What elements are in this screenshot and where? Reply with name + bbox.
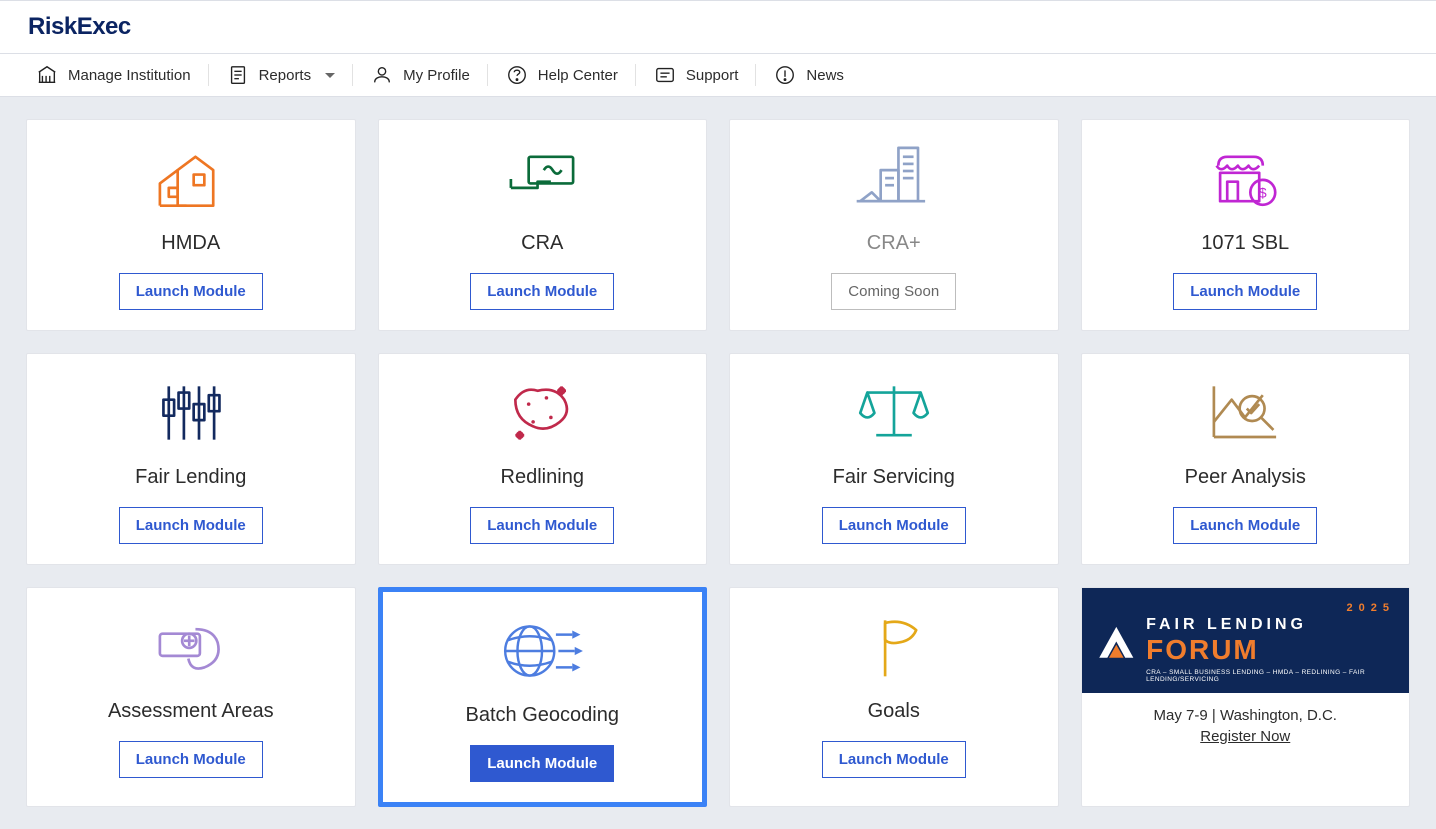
nav-label: News — [806, 67, 844, 84]
svg-text:$: $ — [1259, 186, 1267, 202]
card-title: Assessment Areas — [108, 700, 274, 723]
peer-analysis-icon — [1200, 370, 1290, 456]
redlining-icon — [497, 370, 587, 456]
goals-icon — [849, 604, 939, 690]
topbar: RiskExec — [0, 0, 1436, 54]
card-title: Redlining — [501, 466, 584, 489]
card-assessment-areas: Assessment Areas Launch Module — [26, 587, 356, 807]
card-goals: Goals Launch Module — [729, 587, 1059, 807]
card-title: Peer Analysis — [1185, 466, 1306, 489]
card-title: CRA+ — [867, 232, 921, 255]
fair-servicing-icon — [849, 370, 939, 456]
card-redlining: Redlining Launch Module — [378, 353, 708, 565]
nav-help-center[interactable]: Help Center — [488, 54, 636, 96]
card-title: Fair Lending — [135, 466, 246, 489]
navbar: Manage Institution Reports My Profile He… — [0, 54, 1436, 97]
nav-reports[interactable]: Reports — [209, 54, 354, 96]
cra-icon — [497, 136, 587, 222]
nav-label: Support — [686, 67, 739, 84]
fair-lending-icon — [146, 370, 236, 456]
launch-button[interactable]: Launch Module — [119, 273, 263, 310]
chevron-down-icon — [325, 73, 335, 78]
card-title: 1071 SBL — [1201, 232, 1289, 255]
card-peer-analysis: Peer Analysis Launch Module — [1081, 353, 1411, 565]
launch-button[interactable]: Launch Module — [470, 507, 614, 544]
launch-button[interactable]: Launch Module — [1173, 273, 1317, 310]
support-icon — [654, 64, 676, 86]
card-cra-plus: CRA+ Coming Soon — [729, 119, 1059, 331]
nav-label: Reports — [259, 67, 312, 84]
coming-soon-badge: Coming Soon — [831, 273, 956, 310]
promo-banner: 2025 FAIR LENDING FORUM CRA – SMALL BUSI… — [1082, 588, 1410, 693]
promo-bottom: May 7-9 | Washington, D.C. Register Now — [1144, 693, 1347, 759]
card-1071-sbl: $ 1071 SBL Launch Module — [1081, 119, 1411, 331]
launch-button[interactable]: Launch Module — [119, 507, 263, 544]
card-hmda: HMDA Launch Module — [26, 119, 356, 331]
launch-button[interactable]: Launch Module — [822, 507, 966, 544]
card-title: Batch Geocoding — [466, 704, 619, 727]
nav-my-profile[interactable]: My Profile — [353, 54, 488, 96]
launch-button[interactable]: Launch Module — [1173, 507, 1317, 544]
promo-title-line1: FAIR LENDING — [1146, 616, 1395, 634]
card-cra: CRA Launch Module — [378, 119, 708, 331]
help-icon — [506, 64, 528, 86]
launch-button[interactable]: Launch Module — [470, 745, 614, 782]
card-title: HMDA — [161, 232, 220, 255]
batch-geocoding-icon — [497, 608, 587, 694]
news-icon — [774, 64, 796, 86]
promo-register-link[interactable]: Register Now — [1154, 728, 1337, 745]
module-grid-wrap: HMDA Launch Module CRA Launch Module — [0, 97, 1436, 829]
nav-support[interactable]: Support — [636, 54, 757, 96]
card-title: Fair Servicing — [833, 466, 955, 489]
card-batch-geocoding: Batch Geocoding Launch Module — [378, 587, 708, 807]
cra-plus-icon — [849, 136, 939, 222]
promo-date: May 7-9 | Washington, D.C. — [1154, 707, 1337, 724]
nav-label: My Profile — [403, 67, 470, 84]
assessment-areas-icon — [146, 604, 236, 690]
promo-card: 2025 FAIR LENDING FORUM CRA – SMALL BUSI… — [1081, 587, 1411, 807]
promo-title-forum: FORUM — [1146, 636, 1395, 664]
promo-year: 2025 — [1146, 602, 1395, 614]
card-title: Goals — [868, 700, 920, 723]
hmda-icon — [146, 136, 236, 222]
card-fair-servicing: Fair Servicing Launch Module — [729, 353, 1059, 565]
brand-logo: RiskExec — [28, 13, 1408, 41]
launch-button[interactable]: Launch Module — [822, 741, 966, 778]
nav-label: Help Center — [538, 67, 618, 84]
promo-subtitle: CRA – SMALL BUSINESS LENDING – HMDA – RE… — [1146, 669, 1395, 683]
card-title: CRA — [521, 232, 563, 255]
launch-button[interactable]: Launch Module — [119, 741, 263, 778]
institution-icon — [36, 64, 58, 86]
card-fair-lending: Fair Lending Launch Module — [26, 353, 356, 565]
nav-news[interactable]: News — [756, 54, 862, 96]
profile-icon — [371, 64, 393, 86]
reports-icon — [227, 64, 249, 86]
nav-label: Manage Institution — [68, 67, 191, 84]
sbl-icon: $ — [1200, 136, 1290, 222]
promo-text: 2025 FAIR LENDING FORUM CRA – SMALL BUSI… — [1146, 602, 1395, 683]
nav-manage-institution[interactable]: Manage Institution — [18, 54, 209, 96]
module-grid: HMDA Launch Module CRA Launch Module — [26, 119, 1410, 807]
launch-button[interactable]: Launch Module — [470, 273, 614, 310]
promo-logo-icon — [1096, 619, 1137, 667]
